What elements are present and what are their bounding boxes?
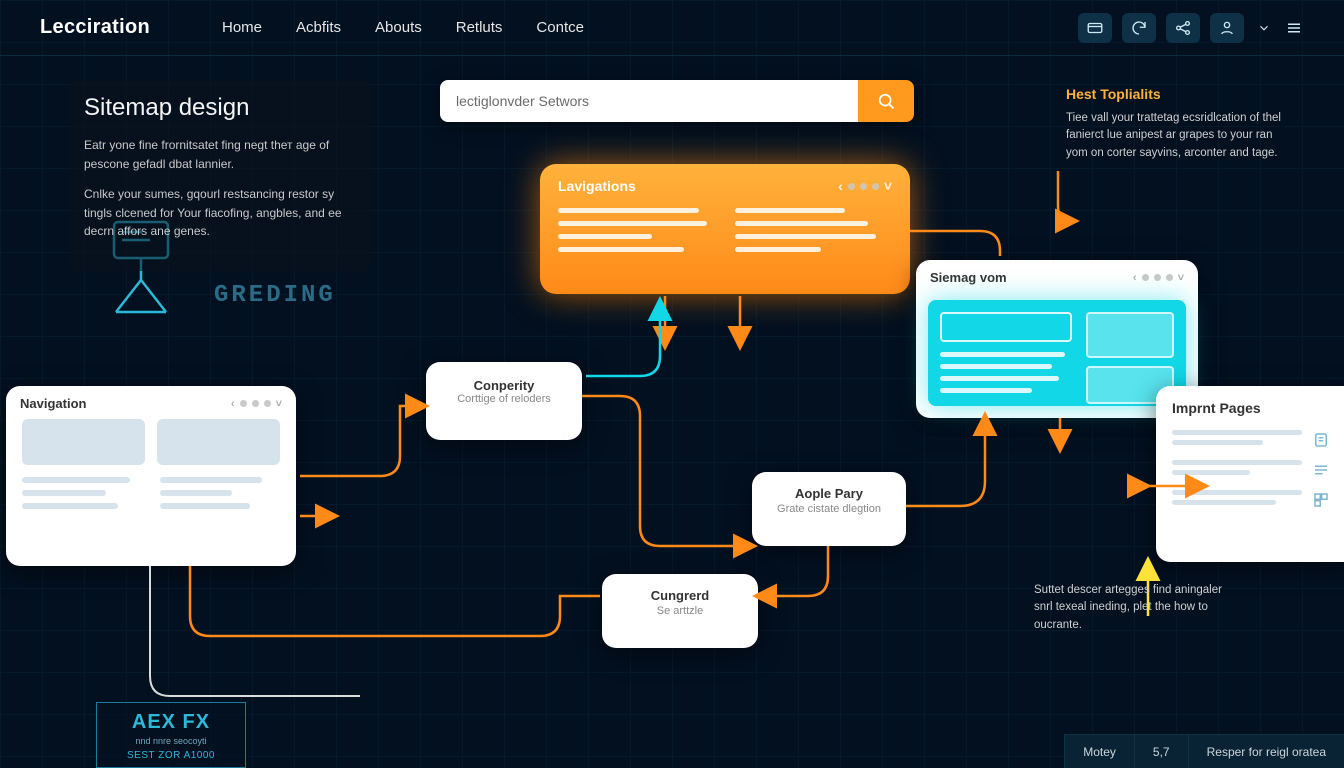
search-icon [876, 91, 896, 111]
footnote-text: Suttet descer artegges find aningaler sn… [1034, 582, 1234, 634]
list-icon [1312, 461, 1330, 479]
intro-para-1: Eatr yone fine frornitsatet fing negt th… [84, 136, 356, 173]
node-cungrerd-sub: Se arttzle [602, 603, 758, 629]
header-actions [1078, 13, 1304, 43]
node-conperity[interactable]: Conperity Corttige of reloders [426, 362, 582, 440]
node-lavigations[interactable]: Lavigations ‹ ˅ [540, 164, 910, 294]
poster-line-2: SEST ZOR A1000 [107, 750, 235, 761]
node-siemag[interactable]: Siemag vom ‹ ˅ [916, 260, 1198, 418]
footer-tab-resper[interactable]: Resper for reigl orateа [1188, 735, 1344, 768]
poster-title: AEX FX [107, 711, 235, 734]
nav-acbfits[interactable]: Acbfits [296, 19, 341, 36]
footer-tab-count[interactable]: 5,7 [1134, 735, 1188, 768]
node-aople-sub: Grate cistate dlegtion [752, 501, 906, 527]
poster-line-1: nnd nnre seocoyti [107, 736, 235, 746]
share-icon[interactable] [1166, 13, 1200, 43]
side-info-title: Hest Toplialits [1066, 86, 1292, 102]
search-input[interactable] [440, 80, 858, 122]
header: Lecciration Home Acbfits Abouts Retluts … [0, 0, 1344, 56]
page-icon [1312, 431, 1330, 449]
footer-tab-motey[interactable]: Motey [1064, 735, 1134, 768]
search [440, 80, 914, 122]
intro-para-2: Cnlke your sumes, gqourl restsancing res… [84, 185, 356, 241]
chevron-down-icon[interactable] [1254, 18, 1274, 38]
node-aople-title: Aople Pary [795, 486, 863, 501]
node-navigation[interactable]: Navigation ‹ ˅ [6, 386, 296, 566]
nav-retluts[interactable]: Retluts [456, 19, 503, 36]
node-cungrerd[interactable]: Cungrerd Se arttzle [602, 574, 758, 648]
page-title: Sitemap design [84, 94, 356, 122]
poster-card: AEX FX nnd nnre seocoyti SEST ZOR A1000 [96, 702, 246, 768]
user-icon[interactable] [1210, 13, 1244, 43]
nav-home[interactable]: Home [222, 19, 262, 36]
placeholder-body [6, 411, 296, 530]
refresh-icon[interactable] [1122, 13, 1156, 43]
node-navigation-title: Navigation [20, 396, 86, 411]
node-imprint-pages[interactable]: Imprnt Pages [1156, 386, 1344, 562]
intro-panel: Sitemap design Eatr yone fine frornitsat… [70, 80, 370, 271]
footer-tabs: Motey 5,7 Resper for reigl orateа [1064, 734, 1344, 768]
window-controls: ‹ ˅ [838, 178, 892, 194]
primary-nav: Home Acbfits Abouts Retluts Contce [222, 19, 584, 36]
grid-icon [1312, 491, 1330, 509]
node-conperity-title: Conperity [474, 378, 535, 393]
node-imprint-title: Imprnt Pages [1172, 400, 1330, 416]
search-button[interactable] [858, 80, 914, 122]
node-conperity-sub: Corttige of reloders [426, 393, 582, 417]
card-icon[interactable] [1078, 13, 1112, 43]
side-info-panel: Hest Toplialits Tiee vall your trattetag… [1066, 86, 1292, 162]
footer: AEX FX nnd nnre seocoyti SEST ZOR A1000 … [0, 724, 1344, 768]
placeholder-lines [558, 208, 892, 252]
node-cungrerd-title: Cungrerd [651, 588, 710, 603]
node-siemag-title: Siemag vom [930, 270, 1007, 285]
side-info-text: Tiee vall your trattetag ecsridlcation o… [1066, 110, 1292, 162]
node-aople-pary[interactable]: Aople Pary Grate cistate dlegtion [752, 472, 906, 546]
nav-contce[interactable]: Contce [536, 19, 584, 36]
greding-label: GREDING [214, 282, 336, 309]
menu-icon[interactable] [1284, 18, 1304, 38]
node-lavigations-title: Lavigations [558, 178, 636, 194]
placeholder-body [928, 300, 1186, 406]
nav-abouts[interactable]: Abouts [375, 19, 422, 36]
brand-logo[interactable]: Lecciration [40, 16, 150, 39]
